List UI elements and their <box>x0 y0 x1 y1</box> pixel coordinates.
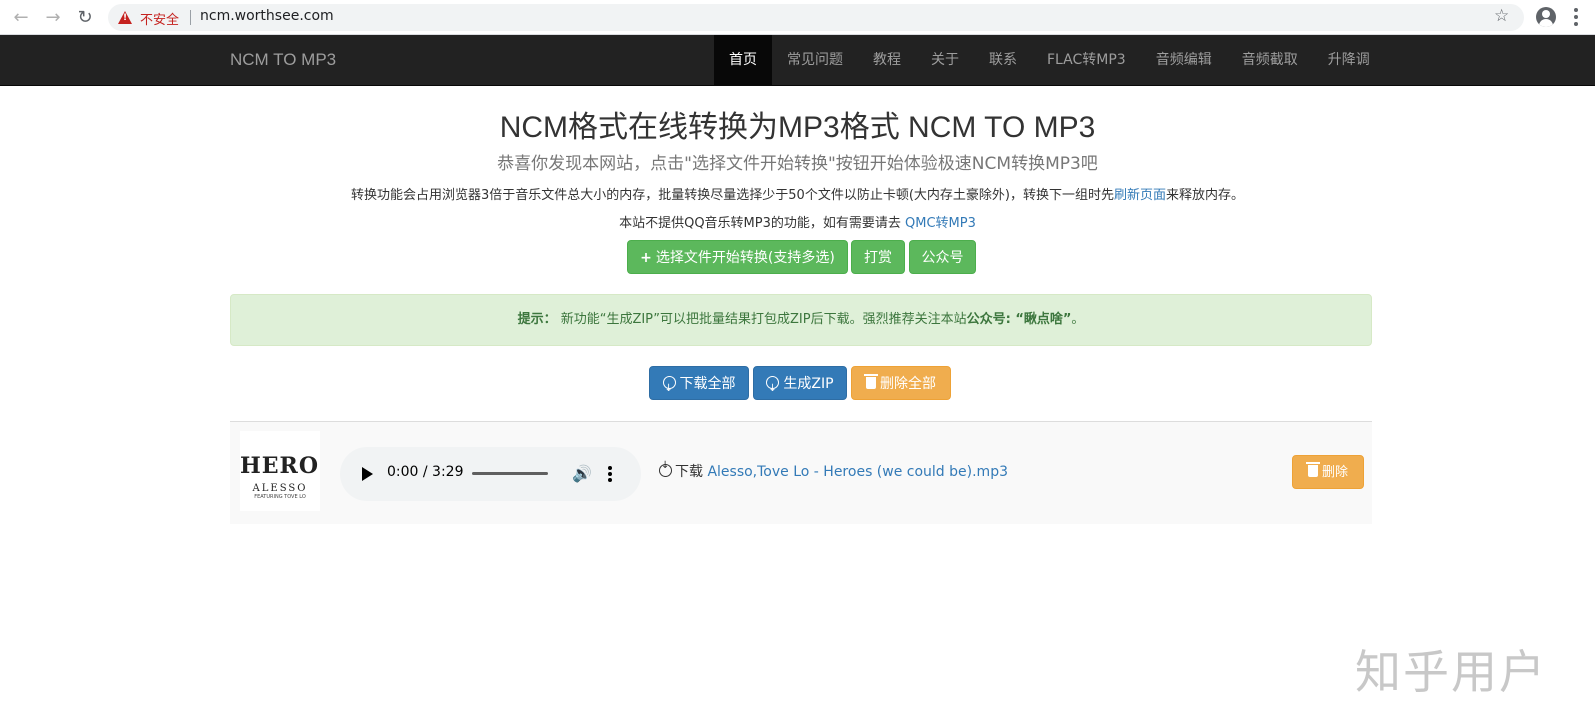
nav-item-contact[interactable]: 联系 <box>974 35 1032 85</box>
browser-menu-icon[interactable] <box>1574 8 1578 26</box>
nav-item-flac-to-mp3[interactable]: FLAC转MP3 <box>1032 35 1141 85</box>
site-brand[interactable]: NCM TO MP3 <box>230 50 336 70</box>
delete-all-button[interactable]: 删除全部 <box>851 366 951 400</box>
page-subtitle: 恭喜你发现本网站，点击"选择文件开始转换"按钮开始体验极速NCM转换MP3吧 <box>497 154 1098 174</box>
back-icon[interactable]: ← <box>10 7 32 29</box>
download-all-button[interactable]: 下载全部 <box>649 366 749 406</box>
download-link-group: 下载 Alesso,Tove Lo - Heroes (we could be)… <box>659 460 1008 481</box>
alert-bold: 公众号: “瞅点啥” <box>966 312 1072 327</box>
select-files-button[interactable]: + 选择文件开始转换(支持多选) <box>627 240 848 274</box>
site-navbar: NCM TO MP3 首页 常见问题 教程 关于 联系 FLAC转MP3 音频编… <box>0 35 1595 86</box>
bookmark-star-icon[interactable]: ☆ <box>1494 6 1509 26</box>
album-cover: HEROES ALESSO FEATURING TOVE LO <box>240 431 320 511</box>
official-account-label: 公众号 <box>921 250 964 266</box>
cover-artist: ALESSO <box>252 483 308 494</box>
play-icon[interactable] <box>362 467 373 481</box>
download-circle-icon <box>662 372 676 406</box>
playback-time: 0:00 / 3:29 <box>387 464 464 480</box>
browser-toolbar: ← → ↻ 不安全 ncm.worthsee.com ☆ <box>0 0 1595 35</box>
nav-item-pitch[interactable]: 升降调 <box>1313 35 1385 85</box>
nav-item-audio-cut[interactable]: 音频截取 <box>1227 35 1313 85</box>
alert-label: 提示： <box>517 312 557 327</box>
nav-item-home[interactable]: 首页 <box>714 35 772 85</box>
trash-icon <box>1305 462 1320 477</box>
select-files-label: 选择文件开始转换(支持多选) <box>655 250 835 266</box>
warning-icon <box>118 11 132 24</box>
download-circle-icon <box>659 460 672 477</box>
cover-featuring: FEATURING TOVE LO <box>254 494 306 500</box>
omnibox-divider <box>190 10 191 25</box>
address-bar[interactable]: 不安全 ncm.worthsee.com <box>108 4 1524 31</box>
download-all-label: 下载全部 <box>679 376 736 392</box>
qmc-note: 本站不提供QQ音乐转MP3的功能，如有需要请去 QMC转MP3 <box>0 212 1595 231</box>
tip-alert: 提示： 新功能“生成ZIP”可以把批量结果打包成ZIP后下载。强烈推荐关注本站公… <box>230 294 1372 346</box>
cover-title: HEROES <box>240 453 320 479</box>
file-download-link[interactable]: Alesso,Tove Lo - Heroes (we could be).mp… <box>707 464 1008 480</box>
profile-icon[interactable] <box>1536 7 1556 27</box>
reward-label: 打赏 <box>864 250 892 266</box>
alert-end: 。 <box>1071 312 1085 327</box>
alert-text: 新功能“生成ZIP”可以把批量结果打包成ZIP后下载。强烈推荐关注本站 <box>556 312 967 327</box>
plus-icon: + <box>640 250 652 266</box>
watermark: 知乎用户 <box>1355 645 1547 699</box>
qmc-link[interactable]: QMC转MP3 <box>905 216 976 231</box>
player-menu-icon[interactable] <box>608 466 612 484</box>
reward-button[interactable]: 打赏 <box>851 240 905 274</box>
nav-menu: 首页 常见问题 教程 关于 联系 FLAC转MP3 音频编辑 音频截取 升降调 <box>714 35 1385 85</box>
official-account-button[interactable]: 公众号 <box>909 240 976 274</box>
audio-player[interactable]: 0:00 / 3:29 🔊 <box>340 447 641 501</box>
nav-item-about[interactable]: 关于 <box>916 35 974 85</box>
nav-item-audio-edit[interactable]: 音频编辑 <box>1141 35 1227 85</box>
memory-note: 转换功能会占用浏览器3倍于音乐文件总大小的内存，批量转换尽量选择少于50个文件以… <box>0 184 1595 203</box>
qmc-note-text: 本站不提供QQ音乐转MP3的功能，如有需要请去 <box>619 216 906 231</box>
delete-file-button[interactable]: 删除 <box>1292 455 1364 489</box>
volume-icon[interactable]: 🔊 <box>572 464 592 483</box>
page-title: NCM格式在线转换为MP3格式 NCM TO MP3 <box>499 111 1096 144</box>
insecure-label[interactable]: 不安全 <box>140 9 179 28</box>
refresh-page-link[interactable]: 刷新页面 <box>1114 188 1166 203</box>
memory-note-suffix: 来释放内存。 <box>1165 188 1244 203</box>
nav-item-tutorial[interactable]: 教程 <box>858 35 916 85</box>
progress-bar[interactable] <box>472 472 548 475</box>
download-label: 下载 <box>675 464 703 480</box>
reload-icon[interactable]: ↻ <box>74 7 96 29</box>
delete-all-label: 删除全部 <box>880 376 936 392</box>
download-circle-icon <box>766 372 780 406</box>
generate-zip-button[interactable]: 生成ZIP <box>753 366 847 406</box>
delete-file-label: 删除 <box>1321 465 1348 480</box>
nav-item-faq[interactable]: 常见问题 <box>772 35 858 85</box>
file-row: HEROES ALESSO FEATURING TOVE LO 0:00 / 3… <box>230 421 1372 524</box>
trash-icon <box>864 374 878 389</box>
forward-icon[interactable]: → <box>42 7 64 29</box>
url-text[interactable]: ncm.worthsee.com <box>200 8 334 24</box>
memory-note-text: 转换功能会占用浏览器3倍于音乐文件总大小的内存，批量转换尽量选择少于50个文件以… <box>351 188 1114 203</box>
generate-zip-label: 生成ZIP <box>783 376 834 392</box>
